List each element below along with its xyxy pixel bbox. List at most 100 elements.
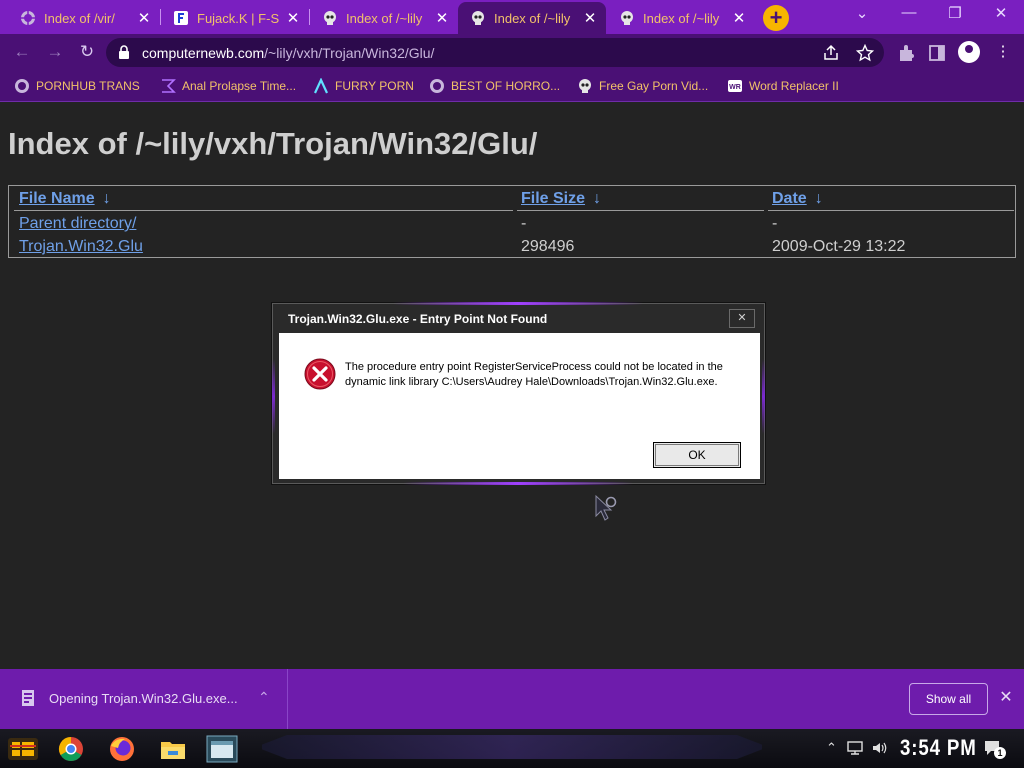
- sort-arrow-icon[interactable]: ↓: [815, 190, 823, 208]
- window-close-button[interactable]: ✕: [986, 4, 1016, 22]
- browser-menu-icon[interactable]: ⋮: [992, 42, 1014, 64]
- side-panel-icon[interactable]: [926, 42, 948, 64]
- bookmark-furry-porn[interactable]: FURRY PORN: [313, 78, 414, 94]
- header-divider: [14, 210, 513, 211]
- sigma-icon: [162, 79, 176, 93]
- url-host: computernewb.com: [142, 45, 265, 61]
- tab-title: Index of /~lily: [643, 10, 720, 26]
- dialog-glow: [403, 482, 633, 485]
- address-bar[interactable]: computernewb.com/~lily/vxh/Trojan/Win32/…: [106, 38, 884, 67]
- tab-close-icon[interactable]: ✕: [582, 9, 598, 27]
- error-dialog: Trojan.Win32.Glu.exe - Entry Point Not F…: [272, 302, 765, 485]
- download-bar-close-icon[interactable]: ✕: [998, 687, 1014, 707]
- row-file-size: 298496: [521, 238, 575, 255]
- skull-icon: [579, 79, 591, 93]
- minimize-button[interactable]: —: [894, 4, 924, 21]
- tab-title: Index of /~lily: [346, 10, 423, 26]
- taskbar-clock[interactable]: 3:54 PM: [900, 735, 977, 761]
- volume-icon[interactable]: [871, 741, 889, 755]
- sort-arrow-icon[interactable]: ↓: [593, 190, 601, 208]
- tab-index-lily-active[interactable]: Index of /~lily ✕: [458, 2, 606, 34]
- tab-fujack[interactable]: Fujack.K | F-S ✕: [161, 2, 309, 34]
- tab-index-lily-3[interactable]: Index of /~lily ✕: [607, 2, 755, 34]
- globe-icon: [430, 79, 444, 93]
- tab-strip: Index of /vir/ ✕ Fujack.K | F-S ✕ Index …: [0, 0, 1024, 34]
- skull-icon: [621, 11, 633, 25]
- bookmark-pornhub-trans[interactable]: PORNHUB TRANS: [14, 78, 140, 94]
- tab-close-icon[interactable]: ✕: [731, 9, 747, 27]
- column-header-file-name[interactable]: File Name ↓: [19, 190, 111, 208]
- column-header-date[interactable]: Date ↓: [772, 190, 823, 208]
- bookmark-star-icon[interactable]: [856, 44, 874, 62]
- tab-search-dropdown-icon[interactable]: ⌄: [847, 4, 877, 22]
- row-file-size: -: [521, 215, 527, 232]
- back-arrow-icon[interactable]: ←: [11, 42, 33, 62]
- bookmark-free-gay-porn[interactable]: Free Gay Porn Vid...: [577, 78, 708, 94]
- svg-text:WR: WR: [729, 84, 741, 91]
- bookmark-anal-prolapse[interactable]: Anal Prolapse Time...: [160, 78, 296, 94]
- globe-icon: [15, 79, 29, 93]
- row-parent-directory-link[interactable]: Parent directory/: [19, 215, 136, 233]
- chrome-icon[interactable]: [52, 734, 90, 764]
- tray-expand-chevron-icon[interactable]: ⌃: [826, 740, 837, 756]
- reload-icon[interactable]: ↻: [76, 42, 98, 62]
- column-header-label: File Size: [521, 190, 586, 207]
- show-all-button[interactable]: Show all: [909, 683, 988, 715]
- lock-icon[interactable]: [118, 45, 130, 59]
- dialog-glow: [762, 359, 765, 434]
- share-icon[interactable]: [822, 44, 840, 62]
- start-button-icon[interactable]: [6, 734, 40, 764]
- skull-icon: [472, 11, 484, 25]
- column-header-file-size[interactable]: File Size ↓: [521, 190, 601, 208]
- error-icon: [304, 358, 336, 390]
- url-text: computernewb.com/~lily/vxh/Trojan/Win32/…: [142, 45, 434, 61]
- column-header-label: Date: [772, 190, 807, 207]
- window-icon[interactable]: [203, 734, 241, 764]
- profile-avatar[interactable]: [958, 41, 980, 63]
- globe-icon: [21, 11, 35, 25]
- new-tab-button[interactable]: +: [763, 5, 789, 31]
- wr-icon: WR: [728, 80, 742, 92]
- firefox-icon[interactable]: [103, 734, 141, 764]
- file-explorer-icon[interactable]: [154, 734, 192, 764]
- download-status-text: Opening Trojan.Win32.Glu.exe...: [49, 691, 238, 706]
- header-divider: [517, 210, 764, 211]
- bookmark-label: Anal Prolapse Time...: [182, 79, 297, 93]
- column-header-label: File Name: [19, 190, 95, 207]
- tab-close-icon[interactable]: ✕: [136, 9, 152, 27]
- notification-count-badge: 1: [994, 747, 1006, 759]
- tab-title: Fujack.K | F-S: [197, 10, 279, 26]
- dialog-glow: [272, 359, 275, 434]
- bookmark-word-replacer[interactable]: WR Word Replacer II: [727, 78, 839, 94]
- sort-arrow-icon[interactable]: ↓: [103, 190, 111, 208]
- download-options-chevron-icon[interactable]: ⌃: [258, 689, 270, 706]
- lambda-icon: [314, 78, 328, 94]
- tab-title: Index of /vir/: [44, 10, 115, 26]
- page-title: Index of /~lily/vxh/Trojan/Win32/Glu/: [8, 126, 538, 161]
- dialog-close-button[interactable]: ✕: [729, 309, 755, 328]
- bookmark-label: FURRY PORN: [335, 79, 414, 93]
- notification-center-icon[interactable]: 1: [983, 739, 1006, 759]
- restore-button[interactable]: ❐: [940, 4, 970, 22]
- busy-cursor-icon: [595, 494, 617, 521]
- windows-taskbar: ⌃ 3:54 PM 1: [0, 729, 1024, 768]
- dialog-title: Trojan.Win32.Glu.exe - Entry Point Not F…: [288, 312, 548, 326]
- tab-close-icon[interactable]: ✕: [285, 9, 301, 27]
- bookmark-label: Word Replacer II: [749, 79, 839, 93]
- tab-index-lily-1[interactable]: Index of /~lily ✕: [310, 2, 458, 34]
- row-trojan-file-link[interactable]: Trojan.Win32.Glu: [19, 238, 143, 256]
- bookmark-label: Free Gay Porn Vid...: [599, 79, 709, 93]
- tab-title: Index of /~lily: [494, 10, 571, 26]
- download-item[interactable]: Opening Trojan.Win32.Glu.exe... ⌃: [0, 669, 288, 729]
- taskbar-decoration: [262, 735, 762, 759]
- tab-close-icon[interactable]: ✕: [434, 9, 450, 27]
- tab-index-vir[interactable]: Index of /vir/ ✕: [8, 2, 160, 34]
- ok-button[interactable]: OK: [653, 442, 741, 468]
- forward-arrow-icon[interactable]: →: [44, 42, 66, 62]
- bookmark-best-of-horror[interactable]: BEST OF HORRO...: [429, 78, 560, 94]
- url-path: /~lily/vxh/Trojan/Win32/Glu/: [264, 45, 435, 61]
- download-bar: Opening Trojan.Win32.Glu.exe... ⌃ Show a…: [0, 669, 1024, 729]
- dialog-message: The procedure entry point RegisterServic…: [345, 361, 723, 388]
- network-icon[interactable]: [846, 741, 864, 755]
- extensions-icon[interactable]: [895, 42, 917, 64]
